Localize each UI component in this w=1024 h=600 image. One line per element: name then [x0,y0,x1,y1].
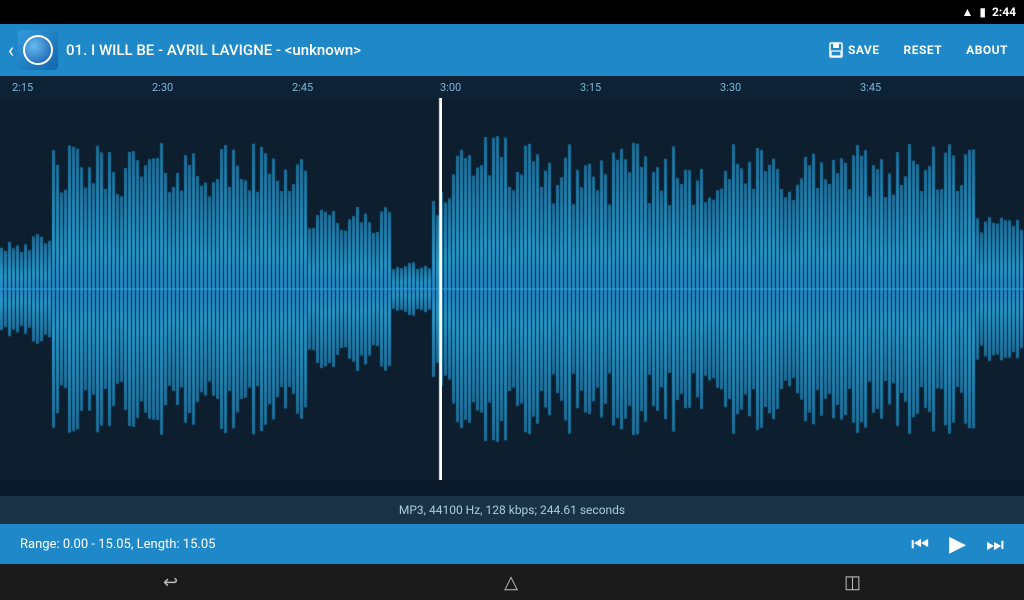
waveform-canvas[interactable] [0,98,1024,480]
bottom-navigation: ↩ △ ◫ [0,564,1024,600]
song-title: 01. I WILL BE - AVRIL LAVIGNE - <unknown… [66,41,812,59]
save-label: SAVE [848,43,880,57]
rewind-button[interactable]: ⏮ [911,532,929,556]
time-marker-3: 3:00 [440,81,461,94]
save-button[interactable]: SAVE [820,38,888,62]
info-bar: MP3, 44100 Hz, 128 kbps; 244.61 seconds [0,496,1024,524]
about-button[interactable]: ABOUT [958,39,1016,61]
file-info: MP3, 44100 Hz, 128 kbps; 244.61 seconds [399,503,625,517]
fast-forward-button[interactable]: ⏭ [986,532,1004,556]
time-marker-0: 2:15 [12,81,33,94]
play-button[interactable]: ▶ [949,532,966,557]
wifi-icon: ▲ [961,5,973,19]
time-marker-1: 2:30 [152,81,173,94]
time-marker-5: 3:30 [720,81,741,94]
about-label: ABOUT [966,43,1008,57]
save-icon [828,42,844,58]
reset-label: RESET [904,43,943,57]
playhead[interactable] [440,98,442,480]
status-bar: ▲ ▮ 2:44 [0,0,1024,24]
time-marker-2: 2:45 [292,81,313,94]
album-art [18,30,58,70]
home-nav-icon[interactable]: △ [504,572,518,593]
toolbar: ‹ 01. I WILL BE - AVRIL LAVIGNE - <unkno… [0,24,1024,76]
waveform-display[interactable] [0,98,1024,480]
battery-icon: ▮ [979,5,986,19]
time-marker-6: 3:45 [860,81,881,94]
timeline-ruler: 2:15 2:30 2:45 3:00 3:15 3:30 3:45 [0,76,1024,98]
status-time: 2:44 [992,5,1016,19]
range-info: Range: 0.00 - 15.05, Length: 15.05 [20,537,891,552]
controls-bar: Range: 0.00 - 15.05, Length: 15.05 ⏮ ▶ ⏭ [0,524,1024,564]
back-nav-icon[interactable]: ↩ [163,572,178,593]
recents-nav-icon[interactable]: ◫ [844,572,861,593]
reset-button[interactable]: RESET [896,39,951,61]
album-art-disc [23,35,53,65]
time-marker-4: 3:15 [580,81,601,94]
back-button[interactable]: ‹ [8,38,14,62]
